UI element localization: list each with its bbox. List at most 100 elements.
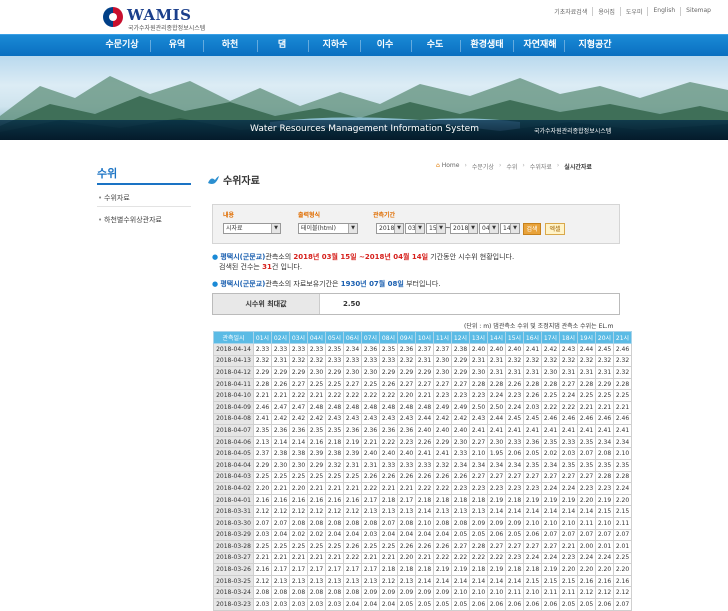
- water-level-cell: 2.29: [253, 458, 272, 472]
- dropdown-arrow-icon: ▼: [415, 224, 424, 233]
- end-day-select[interactable]: 14 ▼: [500, 223, 520, 234]
- util-link[interactable]: 도우미: [619, 7, 648, 16]
- excel-button[interactable]: 엑셀: [545, 223, 565, 235]
- water-level-cell: 2.33: [325, 354, 344, 368]
- water-level-cell: 2.05: [559, 598, 578, 611]
- table-row: 2018-04-04 2.29 2.30 2.30 2.29 2.32 2.31 2.31 2.…: [213, 458, 632, 472]
- water-level-cell: 2.18: [451, 493, 470, 507]
- water-level-cell: 2.04: [361, 598, 380, 611]
- water-level-cell: 2.30: [271, 458, 290, 472]
- end-month-select[interactable]: 04 ▼: [479, 223, 499, 234]
- water-level-cell: 2.27: [559, 377, 578, 391]
- format-select[interactable]: 테이블(html) ▼: [298, 223, 358, 234]
- dropdown-arrow-icon: ▼: [271, 224, 280, 233]
- water-level-cell: 2.46: [253, 400, 272, 414]
- water-level-cell: 2.14: [469, 574, 488, 588]
- left-nav-item-water-level-data[interactable]: 수위자료: [97, 191, 191, 206]
- gnb-menu-item[interactable]: 지형공간: [566, 35, 624, 57]
- water-level-cell: 2.06: [487, 528, 506, 542]
- row-date-cell: 2018-04-04: [213, 458, 254, 472]
- search-button[interactable]: 검색: [523, 223, 541, 235]
- water-level-cell: 2.19: [541, 493, 560, 507]
- water-level-cell: 2.25: [307, 377, 326, 391]
- water-level-cell: 2.10: [541, 516, 560, 530]
- gnb-menu-item[interactable]: 댐: [259, 35, 305, 57]
- breadcrumb-item[interactable]: 수문기상: [468, 162, 498, 171]
- water-level-cell: 2.30: [289, 458, 308, 472]
- water-level-cell: 2.41: [577, 424, 596, 437]
- start-month-select[interactable]: 03 ▼: [405, 223, 425, 234]
- water-level-cell: 2.48: [415, 400, 434, 414]
- breadcrumb-item[interactable]: 수위자료: [526, 162, 556, 171]
- water-level-cell: 2.07: [253, 516, 272, 530]
- row-date-cell: 2018-04-03: [213, 470, 254, 484]
- start-day-select[interactable]: 15 ▼: [426, 223, 446, 234]
- breadcrumb-home[interactable]: ⌂ Home: [432, 162, 463, 171]
- left-nav-item-river-level-correlation[interactable]: 하천별수위상관자료: [97, 213, 191, 228]
- water-level-cell: 2.23: [397, 435, 416, 449]
- water-level-cell: 2.21: [289, 551, 308, 565]
- water-level-cell: 2.19: [343, 435, 362, 449]
- water-level-cell: 2.25: [343, 470, 362, 484]
- water-level-cell: 2.08: [325, 586, 344, 600]
- water-level-cell: 2.29: [595, 377, 614, 391]
- table-header-row: 관측일시 01시 02시 03시 04시 05시 06시 07시 08시 09시 10시 11시 12시…: [213, 331, 632, 344]
- gnb-menu-item[interactable]: 수문기상: [97, 35, 147, 57]
- water-level-cell: 2.10: [451, 586, 470, 600]
- row-date-cell: 2018-03-27: [213, 551, 254, 565]
- water-level-cell: 2.16: [307, 435, 326, 449]
- gnb-menu-item[interactable]: 환경생태: [462, 35, 512, 57]
- water-level-cell: 2.21: [397, 482, 416, 495]
- water-level-cell: 2.21: [559, 540, 578, 553]
- water-level-cell: 2.01: [613, 540, 632, 553]
- utility-links: 기초자료검색 용어집 도우미 English Sitemap: [549, 7, 716, 16]
- gnb-menu-item[interactable]: 하천: [205, 35, 255, 57]
- left-nav-title: 수위: [97, 165, 191, 185]
- water-level-cell: 2.23: [595, 482, 614, 495]
- gnb-menu-item[interactable]: 이수: [362, 35, 408, 57]
- water-level-cell: 2.47: [289, 400, 308, 414]
- logo-name: WAMIS: [127, 6, 192, 24]
- water-level-cell: 2.40: [415, 424, 434, 437]
- gnb-menu-item[interactable]: 자연재해: [515, 35, 565, 57]
- gnb-menu-item[interactable]: 지하수: [310, 35, 360, 57]
- gnb-menu-item[interactable]: 수도: [413, 35, 457, 57]
- wamis-logo[interactable]: WAMIS 국가수자원관리종합정보시스템: [103, 5, 223, 32]
- column-header-hour: 01시: [253, 331, 272, 344]
- water-level-cell: 2.42: [289, 412, 308, 426]
- water-level-cell: 2.22: [325, 389, 344, 402]
- water-level-cell: 2.14: [451, 574, 470, 588]
- water-level-cell: 2.29: [271, 366, 290, 379]
- breadcrumb-item[interactable]: 수위: [502, 162, 521, 171]
- taegeuk-logo-icon: [103, 7, 123, 27]
- water-level-cell: 2.12: [343, 505, 362, 518]
- util-link[interactable]: Sitemap: [680, 7, 716, 16]
- water-level-cell: 2.39: [343, 447, 362, 460]
- water-level-cell: 2.48: [325, 400, 344, 414]
- end-year-select[interactable]: 2018 ▼: [450, 223, 478, 234]
- water-level-cell: 2.30: [343, 366, 362, 379]
- util-link[interactable]: English: [647, 7, 680, 16]
- water-level-cell: 2.31: [577, 366, 596, 379]
- util-link[interactable]: 기초자료검색: [549, 7, 592, 16]
- water-level-cell: 2.21: [307, 389, 326, 402]
- water-level-cell: 2.35: [577, 458, 596, 472]
- water-level-cell: 2.04: [343, 528, 362, 542]
- gnb-menu-item[interactable]: 유역: [152, 35, 202, 57]
- water-level-cell: 2.18: [469, 493, 488, 507]
- search-form: 내용 출력형식 관측기간 시자료 ▼ 테이블(html) ▼ 2018 ▼ 03 ▼…: [212, 204, 620, 244]
- left-nav: 수위 수위자료 하천별수위상관자료: [97, 165, 191, 228]
- water-level-cell: 2.09: [415, 586, 434, 600]
- water-level-cell: 2.18: [469, 563, 488, 576]
- start-year-select[interactable]: 2018 ▼: [376, 223, 404, 234]
- column-header-hour: 17시: [541, 331, 560, 344]
- type-select[interactable]: 시자료 ▼: [223, 223, 281, 234]
- water-level-cell: 2.29: [289, 366, 308, 379]
- water-level-cell: 2.13: [379, 505, 398, 518]
- water-level-cell: 2.16: [307, 493, 326, 507]
- util-link[interactable]: 용어집: [592, 7, 620, 16]
- water-level-cell: 2.27: [289, 377, 308, 391]
- water-level-cell: 2.12: [253, 505, 272, 518]
- water-level-cell: 2.36: [397, 424, 416, 437]
- water-level-cell: 2.16: [271, 493, 290, 507]
